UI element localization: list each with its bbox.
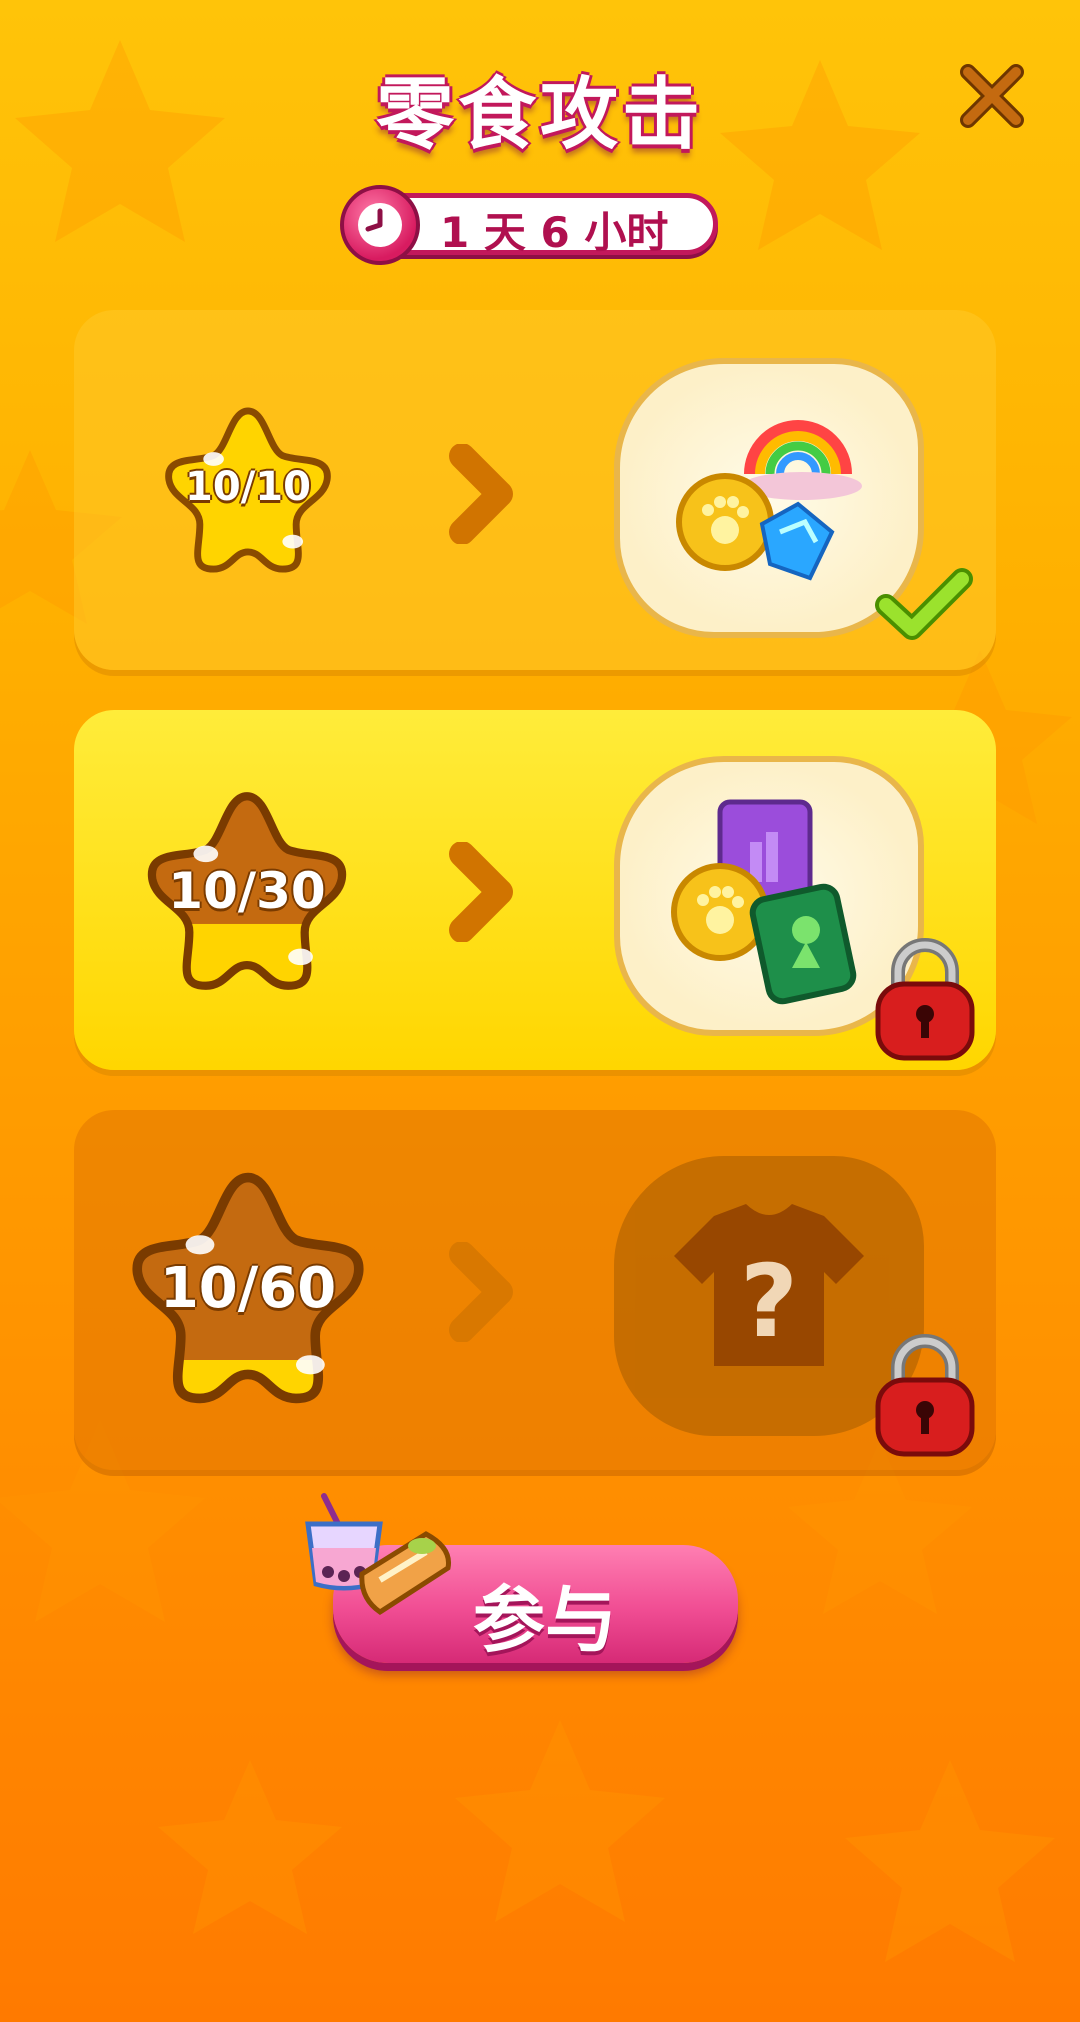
- progress-label-3: 10/60: [159, 1256, 337, 1321]
- chevron-right-icon: [449, 842, 513, 942]
- page-title: 零食攻击: [375, 70, 704, 160]
- star-fill-3: [137, 1360, 359, 1399]
- progress-star-3: 10/60: [128, 1168, 368, 1408]
- progress-label-1: 10/10: [185, 464, 311, 510]
- chevron-right-icon: [449, 1242, 513, 1342]
- join-button-label: 参与: [473, 1578, 618, 1662]
- figure-card-icon: [749, 883, 857, 1005]
- progress-star-1: 10/10: [162, 404, 334, 576]
- close-icon[interactable]: [954, 58, 1030, 134]
- clock-icon: [340, 185, 420, 265]
- tier-card-1: 10/10: [74, 310, 996, 670]
- timer-text: 1 天 6 小时: [440, 208, 669, 257]
- check-icon: [875, 568, 973, 640]
- star-fill-2: [151, 923, 343, 986]
- progress-star-2: 10/30: [144, 788, 350, 994]
- progress-label-2: 10/30: [168, 862, 326, 920]
- padlock-icon: [875, 1334, 975, 1457]
- timer-badge: 1 天 6 小时: [340, 185, 720, 265]
- pie-icon: [359, 1531, 452, 1616]
- question-icon: ?: [740, 1243, 798, 1360]
- paw-coin-icon: [676, 473, 774, 571]
- padlock-icon: [875, 938, 975, 1061]
- tier-card-3: 10/60 ?: [74, 1110, 996, 1470]
- tier-card-2: 10/30: [74, 710, 996, 1070]
- chevron-right-icon: [449, 444, 513, 544]
